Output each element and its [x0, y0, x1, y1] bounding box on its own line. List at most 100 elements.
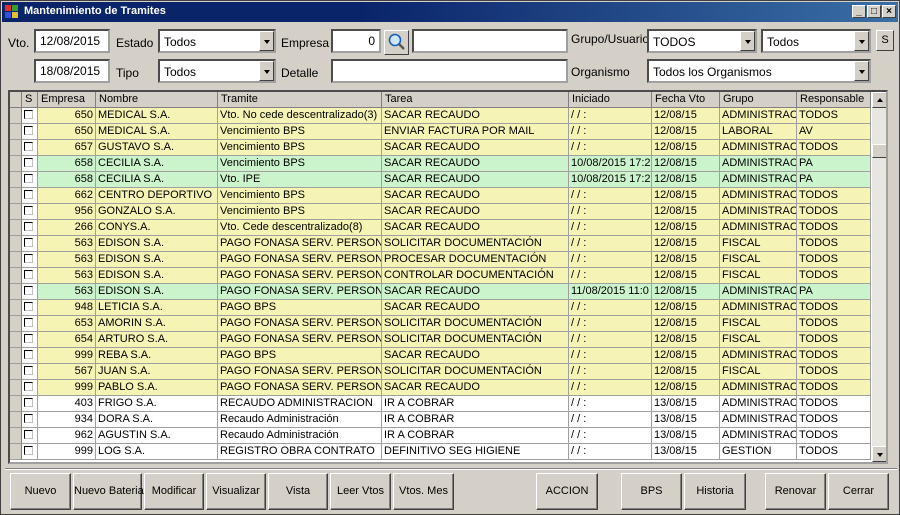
table-row[interactable]: 567 JUAN S.A. PAGO FONASA SERV. PERSONA SOL…	[10, 364, 871, 380]
row-indicator[interactable]	[10, 124, 22, 140]
row-indicator[interactable]	[10, 316, 22, 332]
chevron-down-icon[interactable]	[854, 31, 869, 51]
row-indicator[interactable]	[10, 204, 22, 220]
table-row[interactable]: 934 DORA S.A. Recaudo Administración IR A C…	[10, 412, 871, 428]
select-checkbox[interactable]	[22, 188, 38, 204]
checkbox-icon[interactable]	[24, 222, 33, 231]
scroll-up-icon[interactable]	[872, 92, 886, 108]
chevron-down-icon[interactable]	[259, 31, 274, 51]
table-row[interactable]: 658 CECILIA S.A. Vencimiento BPS SACAR RECA…	[10, 156, 871, 172]
row-indicator[interactable]	[10, 300, 22, 316]
tramites-grid[interactable]: S Empresa Nombre Tramite Tarea Iniciado Fecha …	[8, 90, 888, 464]
vista-button[interactable]: Vista	[268, 473, 328, 510]
checkbox-icon[interactable]	[24, 254, 33, 263]
modificar-button[interactable]: Modificar	[144, 473, 204, 510]
column-header[interactable]: Responsable	[797, 92, 871, 108]
column-header[interactable]: Empresa	[38, 92, 96, 108]
column-header[interactable]: Grupo	[720, 92, 797, 108]
table-row[interactable]: 266 CONYS.A. Vto. Cede descentralizado(8) S…	[10, 220, 871, 236]
checkbox-icon[interactable]	[24, 318, 33, 327]
chevron-down-icon[interactable]	[259, 61, 274, 81]
select-checkbox[interactable]	[22, 268, 38, 284]
row-indicator[interactable]	[10, 188, 22, 204]
checkbox-icon[interactable]	[24, 126, 33, 135]
table-row[interactable]: 653 AMORIN S.A. PAGO FONASA SERV. PERSONA S…	[10, 316, 871, 332]
select-checkbox[interactable]	[22, 140, 38, 156]
row-indicator[interactable]	[10, 332, 22, 348]
select-checkbox[interactable]	[22, 124, 38, 140]
table-row[interactable]: 999 LOG S.A. REGISTRO OBRA CONTRATO DEFINIT…	[10, 444, 871, 460]
checkbox-icon[interactable]	[24, 270, 33, 279]
table-row[interactable]: 403 FRIGO S.A. RECAUDO ADMINISTRACION IR A …	[10, 396, 871, 412]
checkbox-icon[interactable]	[24, 398, 33, 407]
checkbox-icon[interactable]	[24, 158, 33, 167]
select-checkbox[interactable]	[22, 220, 38, 236]
select-checkbox[interactable]	[22, 412, 38, 428]
checkbox-icon[interactable]	[24, 206, 33, 215]
select-checkbox[interactable]	[22, 348, 38, 364]
select-checkbox[interactable]	[22, 156, 38, 172]
table-row[interactable]: 650 MEDICAL S.A. Vencimiento BPS ENVIAR FAC…	[10, 124, 871, 140]
vto-from-field[interactable]: 12/08/2015	[34, 29, 110, 53]
table-row[interactable]: 563 EDISON S.A. PAGO FONASA SERV. PERSONA S…	[10, 284, 871, 300]
scroll-down-icon[interactable]	[872, 446, 886, 462]
table-row[interactable]: 654 ARTURO S.A. PAGO FONASA SERV. PERSONA S…	[10, 332, 871, 348]
organismo-select[interactable]: Todos los Organismos	[647, 59, 871, 83]
select-checkbox[interactable]	[22, 316, 38, 332]
column-header[interactable]: Tramite	[218, 92, 382, 108]
select-checkbox[interactable]	[22, 444, 38, 460]
nuevo-button[interactable]: Nuevo	[10, 473, 71, 510]
row-indicator[interactable]	[10, 380, 22, 396]
row-indicator[interactable]	[10, 428, 22, 444]
row-indicator[interactable]	[10, 364, 22, 380]
checkbox-icon[interactable]	[24, 286, 33, 295]
checkbox-icon[interactable]	[24, 382, 33, 391]
table-row[interactable]: 948 LETICIA S.A. PAGO BPS SACAR RECAUDO / /…	[10, 300, 871, 316]
table-row[interactable]: 650 MEDICAL S.A. Vto. No cede descentraliz…	[10, 108, 871, 124]
row-indicator[interactable]	[10, 252, 22, 268]
table-row[interactable]: 563 EDISON S.A. PAGO FONASA SERV. PERSONA S…	[10, 236, 871, 252]
empresa-field[interactable]: 0	[331, 29, 381, 53]
checkbox-icon[interactable]	[24, 350, 33, 359]
select-checkbox[interactable]	[22, 300, 38, 316]
chevron-down-icon[interactable]	[854, 61, 869, 81]
row-indicator[interactable]	[10, 412, 22, 428]
search-button[interactable]	[384, 30, 409, 55]
checkbox-icon[interactable]	[24, 414, 33, 423]
select-checkbox[interactable]	[22, 252, 38, 268]
s-button[interactable]: S	[876, 30, 894, 51]
column-header[interactable]: Fecha Vto	[652, 92, 720, 108]
minimize-icon[interactable]: _	[852, 5, 866, 18]
checkbox-icon[interactable]	[24, 110, 33, 119]
detalle-field[interactable]	[331, 59, 568, 83]
column-header[interactable]: Nombre	[96, 92, 218, 108]
table-row[interactable]: 962 AGUSTIN S.A. Recaudo Administración IR …	[10, 428, 871, 444]
table-row[interactable]: 563 EDISON S.A. PAGO FONASA SERV. PERSONA P…	[10, 252, 871, 268]
table-row[interactable]: 563 EDISON S.A. PAGO FONASA SERV. PERSONA C…	[10, 268, 871, 284]
checkbox-icon[interactable]	[24, 302, 33, 311]
checkbox-icon[interactable]	[24, 142, 33, 151]
checkbox-icon[interactable]	[24, 430, 33, 439]
estado-select[interactable]: Todos	[158, 29, 276, 53]
vto-to-field[interactable]: 18/08/2015	[34, 59, 110, 83]
select-checkbox[interactable]	[22, 172, 38, 188]
tipo-select[interactable]: Todos	[158, 59, 276, 83]
row-indicator[interactable]	[10, 396, 22, 412]
checkbox-icon[interactable]	[24, 446, 33, 455]
close-icon[interactable]: ×	[882, 5, 896, 18]
table-row[interactable]: 658 CECILIA S.A. Vto. IPE SACAR RECAUDO 10/0…	[10, 172, 871, 188]
usuario-select[interactable]: Todos	[761, 29, 871, 53]
table-row[interactable]: 657 GUSTAVO S.A. Vencimiento BPS SACAR RECA…	[10, 140, 871, 156]
checkbox-icon[interactable]	[24, 366, 33, 375]
visualizar-button[interactable]: Visualizar	[206, 473, 266, 510]
checkbox-icon[interactable]	[24, 334, 33, 343]
row-indicator[interactable]	[10, 140, 22, 156]
leer-vtos-button[interactable]: Leer Vtos	[330, 473, 391, 510]
grupo-select[interactable]: TODOS	[647, 29, 757, 53]
table-row[interactable]: 956 GONZALO S.A. Vencimiento BPS SACAR RECA…	[10, 204, 871, 220]
vtos-mes-button[interactable]: Vtos. Mes	[393, 473, 454, 510]
row-indicator[interactable]	[10, 444, 22, 460]
renovar-button[interactable]: Renovar	[765, 473, 826, 510]
select-checkbox[interactable]	[22, 236, 38, 252]
empresa-name-field[interactable]	[412, 29, 568, 53]
